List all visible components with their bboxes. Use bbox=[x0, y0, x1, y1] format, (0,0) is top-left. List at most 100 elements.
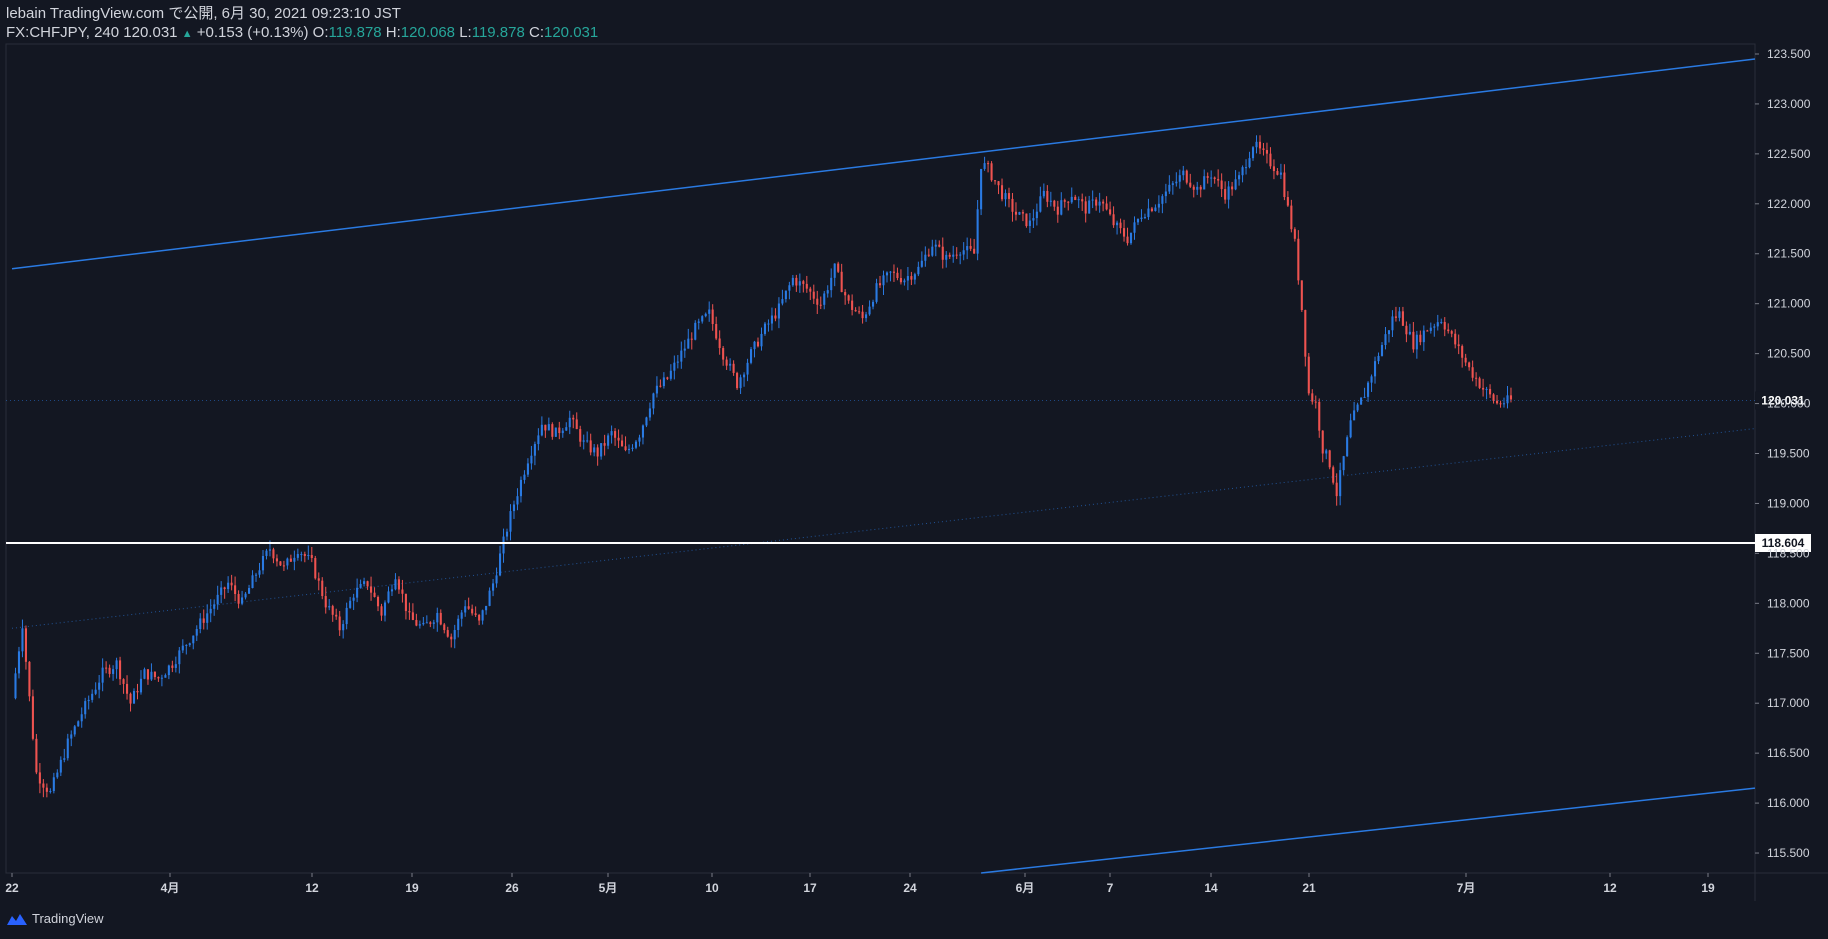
candle-body bbox=[537, 435, 540, 445]
candle-body bbox=[1042, 190, 1045, 197]
candle-body bbox=[1007, 193, 1011, 199]
candle-body bbox=[495, 575, 498, 584]
candle-body bbox=[453, 630, 456, 640]
candle-body bbox=[383, 602, 387, 616]
candle-body bbox=[920, 260, 923, 267]
candle-body bbox=[443, 624, 446, 631]
symbol-interval[interactable]: FX:CHFJPY, 240 bbox=[6, 24, 119, 41]
time-tick-label: 5月 bbox=[599, 881, 618, 895]
candle-body bbox=[725, 359, 728, 366]
candle-body bbox=[422, 622, 425, 625]
candle-body bbox=[195, 629, 198, 636]
candle-body bbox=[938, 244, 941, 247]
candle-body bbox=[816, 298, 819, 305]
candle-body bbox=[1457, 344, 1460, 347]
candle-body bbox=[1095, 199, 1098, 206]
candle-body bbox=[471, 608, 474, 614]
price-tick-label: 118.500 bbox=[1767, 546, 1810, 560]
price-chart[interactable]: 118.604120.031 115.500 116.000 116.500 117.… bbox=[0, 0, 1828, 939]
candle-body bbox=[227, 582, 230, 590]
candle-body bbox=[607, 435, 610, 446]
candle-body bbox=[1143, 217, 1146, 219]
candle-body bbox=[91, 693, 94, 700]
candle-body bbox=[547, 424, 550, 431]
candle-body bbox=[1157, 203, 1160, 208]
candle-body bbox=[24, 628, 27, 662]
candle-body bbox=[209, 608, 212, 614]
candle-body bbox=[694, 322, 697, 340]
candle-body bbox=[673, 362, 676, 371]
candle-body bbox=[1405, 325, 1408, 335]
candle-body bbox=[791, 277, 794, 286]
low-label: L: bbox=[459, 24, 472, 41]
candle-body bbox=[1461, 346, 1464, 358]
candle-body bbox=[1081, 199, 1084, 202]
time-tick-label: 19 bbox=[1701, 881, 1715, 895]
candle-body bbox=[655, 385, 658, 394]
horizontal-line[interactable]: 118.604120.031 bbox=[6, 391, 1811, 552]
candle-body bbox=[251, 575, 254, 589]
candle-body bbox=[35, 738, 38, 773]
channel-lower-line[interactable] bbox=[981, 787, 1756, 874]
candle-body bbox=[865, 314, 868, 319]
candle-body bbox=[1105, 203, 1108, 210]
candle-body bbox=[523, 474, 526, 480]
candle-body bbox=[760, 333, 763, 347]
candle-body bbox=[230, 582, 233, 586]
candle-body bbox=[1489, 388, 1492, 395]
candle-body bbox=[436, 612, 439, 623]
candle-body bbox=[586, 440, 589, 442]
channel-mid-line[interactable] bbox=[11, 428, 1756, 629]
candle-body bbox=[1178, 175, 1181, 182]
candle-body bbox=[906, 276, 909, 281]
candle-body bbox=[324, 596, 327, 608]
candle-body bbox=[143, 669, 146, 679]
candle-body bbox=[1109, 209, 1112, 215]
candle-body bbox=[223, 587, 226, 590]
candle-body bbox=[1060, 200, 1063, 215]
candle-body bbox=[997, 181, 1000, 186]
price-tick-label: 117.500 bbox=[1767, 646, 1810, 660]
candle-body bbox=[234, 585, 237, 595]
candle-body bbox=[300, 553, 303, 555]
candle-body bbox=[1509, 395, 1513, 400]
candle-body bbox=[690, 338, 693, 340]
candle-body bbox=[45, 787, 48, 792]
candle-body bbox=[962, 250, 965, 255]
candle-body bbox=[1014, 211, 1018, 215]
candle-body bbox=[59, 759, 62, 773]
published-line: lebain TradingView.com で公開, 6月 30, 2021 … bbox=[6, 5, 401, 22]
candle-body bbox=[903, 280, 906, 283]
candle-body bbox=[418, 624, 421, 626]
trend-channel[interactable] bbox=[11, 58, 1756, 874]
candle-body bbox=[17, 651, 21, 674]
candle-body bbox=[830, 277, 833, 291]
channel-upper-line[interactable] bbox=[11, 58, 1756, 270]
candle-body bbox=[704, 313, 707, 317]
candle-body bbox=[1342, 456, 1345, 471]
candle-body bbox=[474, 613, 477, 615]
candle-body bbox=[621, 440, 624, 447]
candle-body bbox=[892, 271, 896, 273]
candle-body bbox=[708, 309, 711, 314]
candle-body bbox=[896, 272, 899, 279]
candle-body bbox=[1279, 172, 1282, 175]
candle-body bbox=[457, 618, 460, 631]
candle-body bbox=[795, 277, 798, 286]
candle-body bbox=[373, 592, 376, 597]
symbol-info-line: FX:CHFJPY, 240 120.031 ▲ +0.153 (+0.13%)… bbox=[6, 23, 598, 44]
candle-body bbox=[798, 281, 801, 286]
candle-body bbox=[1032, 218, 1035, 221]
candle-body bbox=[743, 374, 746, 378]
candle-body bbox=[770, 315, 773, 324]
candle-body bbox=[150, 671, 153, 680]
time-tick-label: 22 bbox=[5, 881, 19, 895]
time-tick-label: 21 bbox=[1302, 881, 1316, 895]
candle-body bbox=[565, 427, 568, 431]
candle-body bbox=[1394, 316, 1397, 318]
candle-body bbox=[662, 377, 665, 387]
candle-body bbox=[279, 561, 282, 566]
candle-body bbox=[216, 594, 219, 605]
candle-body bbox=[342, 624, 345, 631]
price-tick-label: 122.000 bbox=[1767, 197, 1811, 211]
